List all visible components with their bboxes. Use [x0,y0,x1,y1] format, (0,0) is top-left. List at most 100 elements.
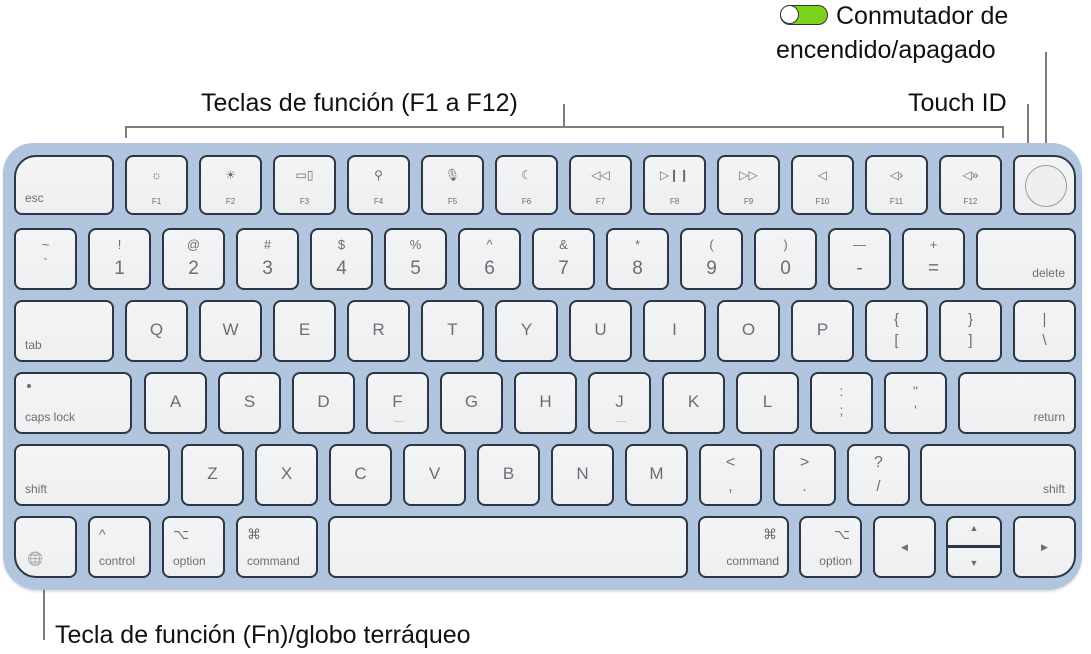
function-key-f12-icon: ◁» [962,168,979,182]
function-key-f8-label: F8 [669,197,680,206]
left-arrow-key[interactable]: ◀ [873,516,936,578]
left-option-key[interactable]: ⌥ option [162,516,225,578]
number-row-key[interactable]: $4 [310,228,373,290]
quote-key-primary-symbol: ' [914,402,917,418]
right-option-key[interactable]: ⌥ option [799,516,862,578]
slash-key[interactable]: ? / [847,444,910,506]
tab-key[interactable]: tab [14,300,114,362]
function-key-f2[interactable]: ☀ F2 [199,155,262,215]
number-row-key[interactable]: & 7 [532,228,595,290]
function-key-f3[interactable]: ▭▯ F3 [273,155,336,215]
letter-key-m[interactable]: M [625,444,688,506]
letter-key-l[interactable]: L [736,372,799,434]
right-bracket-key-primary-symbol: ] [968,332,973,349]
function-key-f5-label: F5 [447,197,458,206]
letter-key-u[interactable]: U [569,300,632,362]
letter-key-label: L [762,392,773,411]
letter-key-h[interactable]: H [514,372,577,434]
letter-key-label: P [816,320,829,339]
number-row-key[interactable]: % 5 [384,228,447,290]
letter-key-r[interactable]: R [347,300,410,362]
letter-key-x[interactable]: X [255,444,318,506]
number-row-key[interactable]: @2 [162,228,225,290]
return-key[interactable]: return [958,372,1076,434]
letter-key-c[interactable]: C [329,444,392,506]
letter-key-v[interactable]: V [403,444,466,506]
letter-key-label: C [354,464,367,483]
home-key-bump-icon [394,421,404,422]
number-row-key[interactable]: ~ ` [14,228,77,290]
number-row-key[interactable]: + = [902,228,965,290]
right-command-key[interactable]: ⌘ command [698,516,789,578]
right-shift-key[interactable]: shift [920,444,1076,506]
left-bracket-key[interactable]: {[ [865,300,928,362]
letter-key-b[interactable]: B [477,444,540,506]
letter-key-n[interactable]: N [551,444,614,506]
function-key-f7[interactable]: ◁◁ F7 [569,155,632,215]
letter-key-k[interactable]: K [662,372,725,434]
semicolon-key[interactable]: :; [810,372,873,434]
letter-key-w[interactable]: W [199,300,262,362]
touch-id-key[interactable] [1013,155,1076,215]
left-control-key[interactable]: ^ control [88,516,151,578]
letter-key-a[interactable]: A [144,372,207,434]
number-row-key[interactable]: (9 [680,228,743,290]
number-row-key[interactable]: ^ 6 [458,228,521,290]
letter-key-e[interactable]: E [273,300,336,362]
esc-key[interactable]: esc [14,155,114,215]
fn-globe-key[interactable]: 🌐 [14,516,77,578]
function-key-f5[interactable]: 🎙 F5 [421,155,484,215]
letter-key-d[interactable]: D [292,372,355,434]
function-key-f8-icon: ▷❙❙ [659,168,690,182]
number-row-key[interactable]: — - [828,228,891,290]
left-shift-key[interactable]: shift [14,444,170,506]
letter-key-f[interactable]: F [366,372,429,434]
return-key-label: return [1033,410,1065,424]
letter-key-g[interactable]: G [440,372,503,434]
letter-key-i[interactable]: I [643,300,706,362]
function-key-f9[interactable]: ▷▷ F9 [717,155,780,215]
backslash-key[interactable]: | \ [1013,300,1076,362]
letter-key-o[interactable]: O [717,300,780,362]
up-arrow-key[interactable]: ▲ [946,516,1002,547]
function-key-f2-label: F2 [225,197,236,206]
period-key-primary-symbol: . [802,478,807,495]
slash-key-primary-symbol: / [876,478,881,495]
function-key-f6[interactable]: ☾ F6 [495,155,558,215]
function-key-f11[interactable]: ◁› F11 [865,155,928,215]
function-key-f12[interactable]: ◁» F12 [939,155,1002,215]
delete-key[interactable]: delete [976,228,1076,290]
letter-key-s[interactable]: S [218,372,281,434]
letter-key-label: A [169,392,182,411]
period-key-shift-symbol: > [799,454,810,471]
down-arrow-key[interactable]: ▼ [946,547,1002,578]
function-key-f1[interactable]: ☼ F1 [125,155,188,215]
letter-key-label: J [615,392,624,411]
function-key-f4[interactable]: ⚲ F4 [347,155,410,215]
letter-key-q[interactable]: Q [125,300,188,362]
space-bar[interactable] [328,516,688,578]
quote-key[interactable]: " ' [884,372,947,434]
period-key[interactable]: >. [773,444,836,506]
function-key-f8[interactable]: ▷❙❙ F8 [643,155,706,215]
key-primary-symbol: 5 [410,258,421,279]
comma-key[interactable]: <, [699,444,762,506]
left-command-key[interactable]: ⌘ command [236,516,318,578]
letter-key-p[interactable]: P [791,300,854,362]
number-row-key[interactable]: ) 0 [754,228,817,290]
letter-key-y[interactable]: Y [495,300,558,362]
number-row-key[interactable]: ! 1 [88,228,151,290]
letter-key-j[interactable]: J [588,372,651,434]
function-key-f10[interactable]: ◁ F10 [791,155,854,215]
function-key-f1-icon: ☼ [151,168,162,182]
right-arrow-key[interactable]: ▶ [1013,516,1076,578]
letter-key-z[interactable]: Z [181,444,244,506]
right-bracket-key[interactable]: }] [939,300,1002,362]
number-row-key[interactable]: #3 [236,228,299,290]
key-shift-symbol: ) [783,237,788,252]
number-row-key[interactable]: * 8 [606,228,669,290]
function-keys-callout: Teclas de función (F1 a F12) [201,89,518,117]
letter-key-t[interactable]: T [421,300,484,362]
caps-lock-key[interactable]: caps lock [14,372,132,434]
key-shift-symbol: ! [117,237,122,252]
